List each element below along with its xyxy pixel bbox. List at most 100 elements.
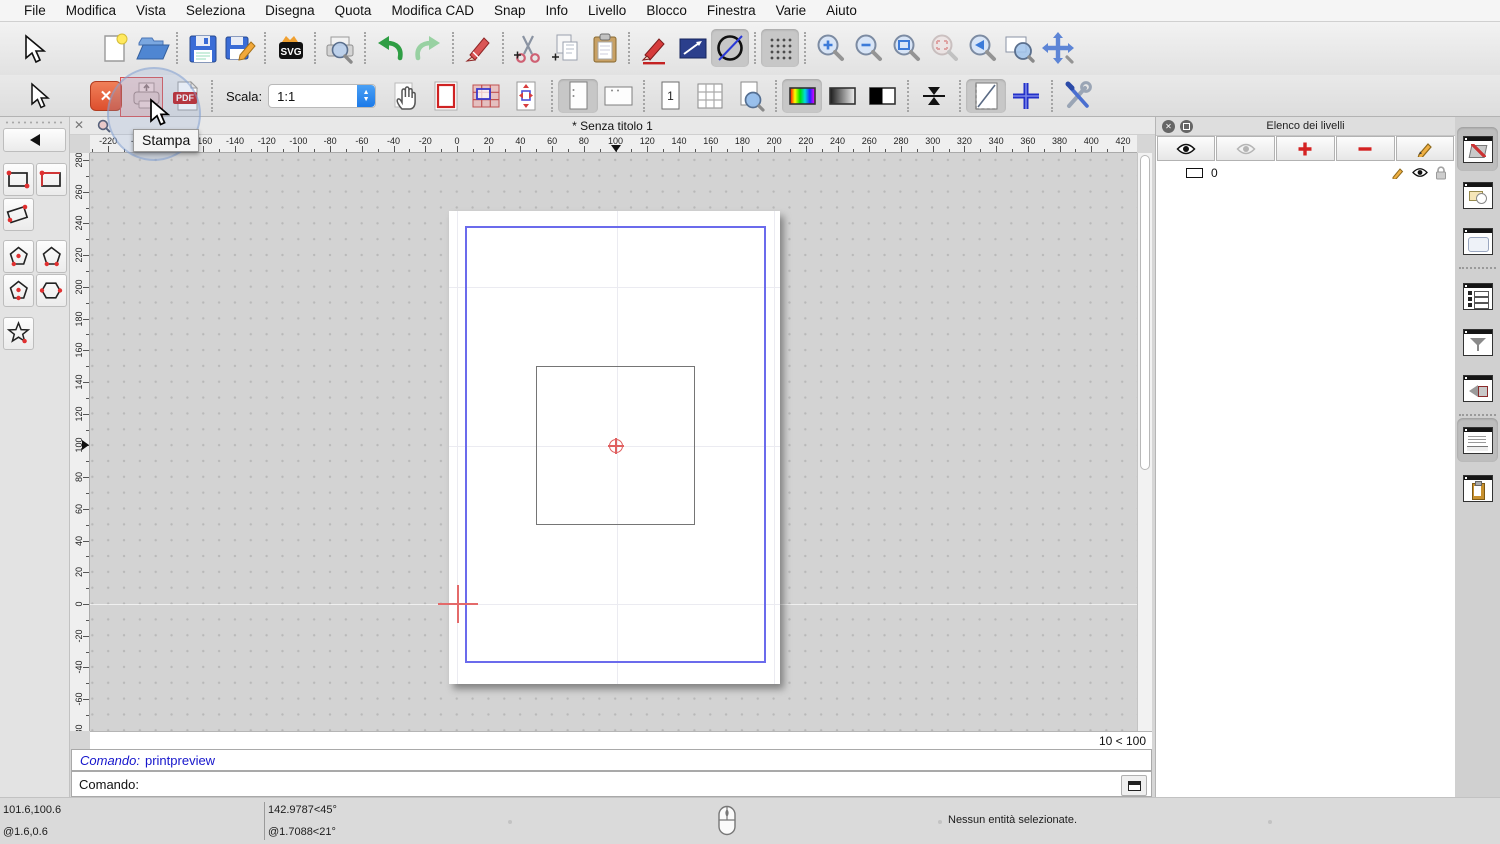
menu-item-blocco[interactable]: Blocco (636, 3, 697, 18)
pan-page-button[interactable] (386, 79, 426, 113)
menu-item-vista[interactable]: Vista (126, 3, 176, 18)
dock-selection-filter-button[interactable] (1457, 320, 1498, 364)
zoom-selection-button[interactable] (925, 29, 963, 67)
grayscale-button[interactable] (822, 79, 862, 113)
null-layer-button[interactable] (711, 29, 749, 67)
menu-item-info[interactable]: Info (536, 3, 579, 18)
tool-rect-orientation[interactable] (36, 163, 67, 196)
grid-toggle-button[interactable] (761, 29, 799, 67)
layer-edit-icon[interactable] (1392, 166, 1405, 179)
layer-row[interactable]: 0 (1156, 162, 1455, 183)
tool-rect-rotated[interactable] (3, 198, 34, 231)
edit-layer-button[interactable] (1396, 136, 1455, 161)
single-page-button[interactable]: 1 (650, 79, 690, 113)
ruler-label: 140 (74, 367, 84, 397)
black-white-button[interactable] (862, 79, 902, 113)
scale-combobox[interactable]: 1:1 ▲▼ (268, 84, 376, 108)
page-borders-button[interactable] (426, 79, 466, 113)
dock-block-list-button[interactable] (1457, 173, 1498, 217)
command-input[interactable]: Comando: (71, 771, 1152, 797)
pen-properties-button[interactable] (635, 29, 673, 67)
tool-polygon-center-side[interactable] (3, 274, 34, 307)
svg-export-button[interactable]: SVG (271, 29, 309, 67)
stepper-icon[interactable]: ▲▼ (357, 85, 375, 107)
remove-layer-button[interactable] (1336, 136, 1395, 161)
previous-view-button[interactable] (963, 29, 1001, 67)
menu-item-seleziona[interactable]: Seleziona (176, 3, 255, 18)
layer-visible-icon[interactable] (1412, 167, 1428, 178)
tool-polygon-side-side[interactable] (36, 274, 67, 307)
portrait-button[interactable] (558, 79, 598, 113)
pan-button[interactable] (1039, 29, 1077, 67)
tiled-pages-button[interactable] (466, 79, 506, 113)
dock-layer-list-button[interactable] (1457, 127, 1498, 171)
tool-polygon-center-corner[interactable] (3, 240, 34, 273)
ruler-label: 20 (74, 557, 84, 587)
dock-clipboard-button[interactable] (1457, 466, 1498, 510)
zoom-to-page-button[interactable] (730, 79, 770, 113)
drawing-sheet-button[interactable] (966, 79, 1006, 113)
ruler-label: 160 (74, 335, 84, 365)
delete-button[interactable] (459, 29, 497, 67)
crosshair-origin-button[interactable] (1006, 79, 1046, 113)
ruler-tick (1012, 149, 1013, 152)
menu-item-varie[interactable]: Varie (766, 3, 817, 18)
attributes-button[interactable] (673, 29, 711, 67)
multiple-pages-button[interactable] (690, 79, 730, 113)
save-as-button[interactable] (221, 29, 259, 67)
hide-all-layers-button[interactable] (1216, 136, 1275, 161)
ruler-tick (489, 146, 490, 152)
ruler-tick (86, 461, 89, 462)
menu-item-modifica[interactable]: Modifica (56, 3, 126, 18)
redo-button[interactable] (409, 29, 447, 67)
toolbox-drag-handle[interactable] (4, 120, 64, 125)
tool-polygon-2corners[interactable] (36, 240, 67, 273)
print-preview-button[interactable] (321, 29, 359, 67)
dock-command-tools-button[interactable] (1457, 366, 1498, 410)
ruler-label: 200 (757, 136, 791, 146)
zoom-in-button[interactable] (811, 29, 849, 67)
hairline-mode-button[interactable] (914, 79, 954, 113)
vertical-scrollbar[interactable] (1137, 153, 1152, 731)
command-window-button[interactable] (1121, 775, 1147, 796)
menu-item-finestra[interactable]: Finestra (697, 3, 766, 18)
ruler-label: 280 (74, 153, 84, 175)
landscape-button[interactable] (598, 79, 638, 113)
open-file-button[interactable] (133, 29, 171, 67)
save-button[interactable] (183, 29, 221, 67)
new-document-button[interactable] (95, 29, 133, 67)
toolbox-back-button[interactable] (3, 128, 66, 152)
add-layer-button[interactable] (1276, 136, 1335, 161)
settings-tools-button[interactable] (1058, 79, 1098, 113)
scrollbar-thumb[interactable] (1140, 155, 1150, 470)
menu-item-modifica-cad[interactable]: Modifica CAD (381, 3, 484, 18)
dock-property-editor-button[interactable] (1457, 274, 1498, 318)
mouse-cursor (148, 98, 170, 128)
tool-star[interactable] (3, 317, 34, 350)
menu-item-aiuto[interactable]: Aiuto (816, 3, 867, 18)
menu-item-snap[interactable]: Snap (484, 3, 536, 18)
menu-item-file[interactable]: File (14, 3, 56, 18)
menu-item-disegna[interactable]: Disegna (255, 3, 325, 18)
ruler-tick (86, 430, 89, 431)
ruler-tick (727, 149, 728, 152)
qcad-window: FileModificaVistaSelezionaDisegnaQuotaMo… (0, 0, 1500, 844)
undo-button[interactable] (371, 29, 409, 67)
cut-button[interactable] (509, 29, 547, 67)
dock-command-line-button[interactable] (1457, 418, 1498, 462)
copy-button[interactable] (547, 29, 585, 67)
show-all-layers-button[interactable] (1157, 136, 1216, 161)
pointer-tool-button[interactable] (20, 79, 60, 113)
tool-rect-2points[interactable] (3, 163, 34, 196)
full-color-button[interactable] (782, 79, 822, 113)
menu-item-livello[interactable]: Livello (578, 3, 636, 18)
zoom-window-button[interactable] (1001, 29, 1039, 67)
paste-button[interactable] (585, 29, 623, 67)
layer-lock-icon[interactable] (1435, 166, 1447, 180)
menu-item-quota[interactable]: Quota (325, 3, 382, 18)
fit-to-page-button[interactable] (506, 79, 546, 113)
drawing-canvas[interactable] (90, 153, 1137, 731)
zoom-out-button[interactable] (849, 29, 887, 67)
auto-zoom-button[interactable] (887, 29, 925, 67)
dock-library-browser-button[interactable] (1457, 219, 1498, 263)
